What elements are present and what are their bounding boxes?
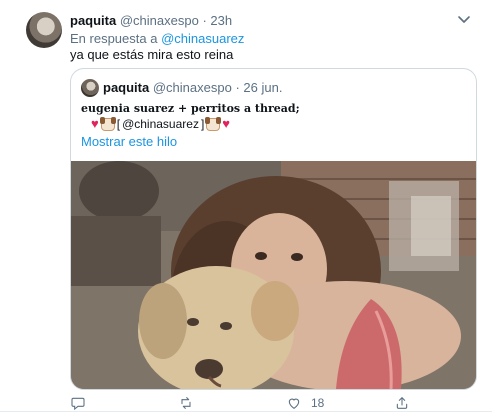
reply-icon — [71, 397, 85, 411]
tweet-header: paquita @chinaxespo · 23h — [70, 12, 232, 29]
heart-emoji-icon: ♥ — [91, 116, 99, 131]
quoted-avatar — [81, 79, 99, 97]
quoted-media-photo[interactable] — [71, 161, 476, 389]
photo-illustration — [71, 161, 476, 389]
separator-dot: · — [235, 80, 240, 95]
quoted-close-bracket: ] — [200, 117, 205, 131]
retweet-button[interactable] — [178, 394, 194, 412]
tweet[interactable]: paquita @chinaxespo · 23h En respuesta a… — [0, 0, 492, 412]
display-name[interactable]: paquita — [70, 13, 116, 28]
quoted-handle: @chinaxespo — [152, 80, 232, 95]
quoted-tweet[interactable]: paquita @chinaxespo · 26 jun. eugenia su… — [70, 68, 477, 390]
retweet-icon — [181, 397, 191, 409]
quoted-display-name: paquita — [103, 80, 150, 95]
quoted-date: 26 jun. — [243, 80, 283, 95]
show-thread-link[interactable]: Mostrar este hilo — [81, 133, 177, 150]
quoted-title: eugenia suarez + perritos a thread; — [81, 102, 300, 115]
separator-dot: · — [202, 13, 207, 28]
dog-emoji-icon — [99, 116, 116, 131]
like-button[interactable]: 18 — [286, 394, 324, 412]
quoted-mention: @chinasuarez — [122, 117, 199, 131]
heart-icon — [288, 398, 300, 409]
tweet-actions: 18 — [70, 394, 475, 414]
quoted-header: paquita @chinaxespo · 26 jun. — [103, 79, 282, 97]
timestamp[interactable]: 23h — [210, 13, 232, 28]
share-icon — [396, 397, 408, 409]
heart-emoji-icon: ♥ — [222, 116, 231, 131]
dog-emoji-icon — [205, 116, 222, 131]
reply-button[interactable] — [70, 394, 86, 412]
handle[interactable]: @chinaxespo — [120, 13, 199, 28]
quoted-open-bracket: [ — [116, 117, 121, 131]
reply-handle-link[interactable]: @chinasuarez — [161, 31, 244, 46]
quoted-line: ♥ [ @chinasuarez ] ♥ — [91, 116, 230, 132]
avatar[interactable] — [26, 12, 62, 48]
share-button[interactable] — [394, 394, 410, 412]
like-count: 18 — [311, 396, 325, 410]
reply-context: En respuesta a @chinasuarez — [70, 30, 244, 47]
chevron-down-icon[interactable] — [454, 10, 474, 30]
reply-prefix: En respuesta a — [70, 31, 158, 46]
tweet-text: ya que estás mira esto reina — [70, 47, 234, 62]
